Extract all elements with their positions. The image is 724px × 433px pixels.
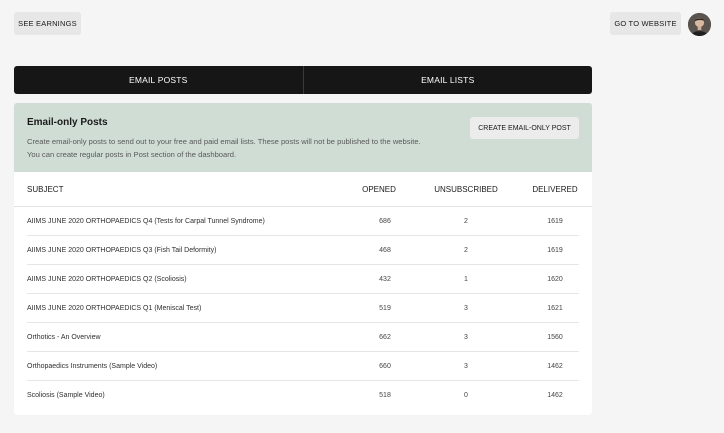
row-subject: AIIMS JUNE 2020 ORTHOPAEDICS Q4 (Tests f… (27, 218, 265, 225)
row-delivered: 1621 (547, 305, 563, 312)
row-subject: AIIMS JUNE 2020 ORTHOPAEDICS Q1 (Menisca… (27, 305, 202, 312)
row-opened: 660 (379, 363, 391, 370)
go-to-website-button[interactable]: GO TO WEBSITE (610, 12, 681, 35)
row-delivered: 1560 (547, 334, 563, 341)
row-unsubscribed: 3 (464, 305, 468, 312)
tab-email-posts[interactable]: EMAIL POSTS (14, 66, 303, 94)
column-header-delivered: DELIVERED (532, 184, 578, 194)
table-row[interactable]: Orthopaedics Instruments (Sample Video) … (14, 352, 592, 381)
row-delivered: 1462 (547, 392, 563, 399)
user-avatar-icon (688, 13, 711, 36)
table-header: SUBJECT OPENED UNSUBSCRIBED DELIVERED (14, 172, 592, 207)
column-header-subject: SUBJECT (27, 184, 64, 194)
row-unsubscribed: 2 (464, 247, 468, 254)
column-header-opened: OPENED (362, 184, 396, 194)
table-body: AIIMS JUNE 2020 ORTHOPAEDICS Q4 (Tests f… (14, 207, 592, 410)
row-subject: AIIMS JUNE 2020 ORTHOPAEDICS Q2 (Scolios… (27, 276, 187, 283)
row-unsubscribed: 2 (464, 218, 468, 225)
row-unsubscribed: 3 (464, 334, 468, 341)
row-subject: Orthopaedics Instruments (Sample Video) (27, 363, 158, 370)
row-delivered: 1620 (547, 276, 563, 283)
row-opened: 519 (379, 305, 391, 312)
table-row[interactable]: Orthotics - An Overview 662 3 1560 (14, 323, 592, 352)
column-header-unsubscribed: UNSUBSCRIBED (434, 184, 498, 194)
card-title: Email-only Posts (27, 117, 108, 128)
create-email-only-post-button[interactable]: CREATE EMAIL-ONLY POST (470, 117, 579, 139)
card-description: Create email-only posts to send out to y… (27, 137, 421, 159)
page: SEE EARNINGS GO TO WEBSITE EMAIL POSTS E… (0, 0, 724, 433)
row-opened: 468 (379, 247, 391, 254)
row-opened: 686 (379, 218, 391, 225)
see-earnings-button[interactable]: SEE EARNINGS (14, 12, 81, 35)
tab-bar: EMAIL POSTS EMAIL LISTS (14, 66, 592, 94)
row-opened: 432 (379, 276, 391, 283)
row-subject: AIIMS JUNE 2020 ORTHOPAEDICS Q3 (Fish Ta… (27, 247, 217, 254)
card-header: Email-only Posts Create email-only posts… (14, 103, 592, 172)
row-unsubscribed: 1 (464, 276, 468, 283)
table-row[interactable]: AIIMS JUNE 2020 ORTHOPAEDICS Q2 (Scolios… (14, 265, 592, 294)
email-posts-card: Email-only Posts Create email-only posts… (14, 103, 592, 415)
row-delivered: 1462 (547, 363, 563, 370)
row-opened: 662 (379, 334, 391, 341)
table-row[interactable]: AIIMS JUNE 2020 ORTHOPAEDICS Q3 (Fish Ta… (14, 236, 592, 265)
row-subject: Scoliosis (Sample Video) (27, 392, 105, 399)
row-unsubscribed: 3 (464, 363, 468, 370)
row-delivered: 1619 (547, 218, 563, 225)
tab-email-lists[interactable]: EMAIL LISTS (302, 66, 593, 94)
row-opened: 518 (379, 392, 391, 399)
table-row[interactable]: Scoliosis (Sample Video) 518 0 1462 (14, 381, 592, 410)
table-row[interactable]: AIIMS JUNE 2020 ORTHOPAEDICS Q1 (Menisca… (14, 294, 592, 323)
row-delivered: 1619 (547, 247, 563, 254)
row-unsubscribed: 0 (464, 392, 468, 399)
row-subject: Orthotics - An Overview (27, 334, 101, 341)
avatar[interactable] (688, 13, 711, 36)
table-row[interactable]: AIIMS JUNE 2020 ORTHOPAEDICS Q4 (Tests f… (14, 207, 592, 236)
